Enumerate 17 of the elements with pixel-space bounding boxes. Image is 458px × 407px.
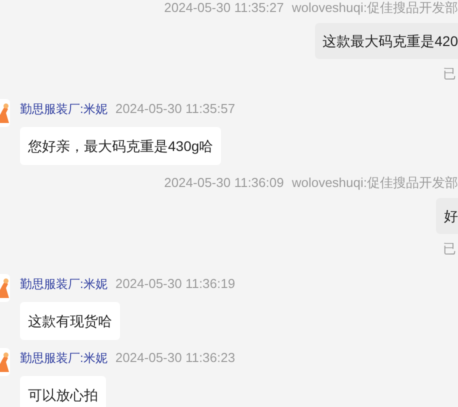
message-time: 2024-05-30 11:36:09 [164, 174, 284, 192]
read-status: 已 [443, 66, 457, 82]
message-bubble: 这款有现货哈 [20, 302, 120, 340]
sender-name: 勤思服装厂:米妮 [20, 350, 108, 367]
message-bubble: 好 [436, 198, 458, 234]
message-time: 2024-05-30 11:36:23 [115, 349, 236, 368]
message-time: 2024-05-30 11:35:57 [115, 100, 236, 118]
message-bubble: 可以放心拍 [20, 376, 106, 407]
read-status: 已 [443, 241, 457, 257]
sender-name: 勤思服装厂:米妮 [20, 276, 108, 293]
message-time: 2024-05-30 11:36:19 [115, 275, 236, 294]
sender-name: 勤思服装厂:米妮 [20, 101, 108, 118]
sender-name: woloveshuqi:促佳搜品开发部 [292, 174, 458, 192]
message-time: 2024-05-30 11:35:27 [164, 0, 284, 18]
sender-name: woloveshuqi:促佳搜品开发部 [292, 0, 458, 18]
message-bubble: 这款最大码克重是420 [314, 23, 458, 59]
message-bubble: 您好亲，最大码克重是430g哈 [20, 127, 222, 165]
